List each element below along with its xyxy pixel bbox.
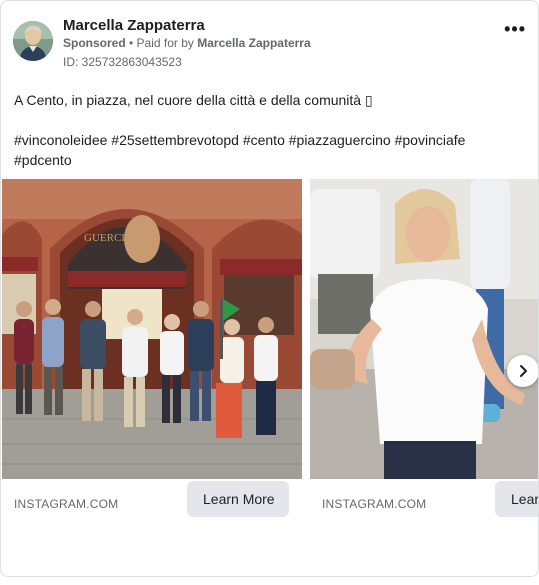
carousel-card[interactable]: GUERCINO INSTAGRAM.COM Learn More	[2, 179, 302, 539]
carousel-image[interactable]	[310, 179, 538, 479]
ad-library-id: ID: 325732863043523	[63, 55, 182, 69]
learn-more-button[interactable]: Learn More	[187, 481, 289, 517]
post-header: Marcella Zappaterra Sponsored • Paid for…	[13, 15, 526, 69]
avatar[interactable]	[13, 21, 53, 61]
carousel-card-footer: INSTAGRAM.COM Learn More	[2, 479, 302, 539]
sponsored-line: Sponsored • Paid for by Marcella Zappate…	[63, 36, 311, 50]
carousel-card[interactable]: INSTAGRAM.COM Learn More	[310, 179, 538, 539]
paid-for-prefix: • Paid for by	[125, 36, 198, 50]
post-text: A Cento, in piazza, nel cuore della citt…	[14, 90, 524, 170]
chevron-right-icon[interactable]	[507, 355, 538, 387]
carousel[interactable]: GUERCINO INSTAGRAM.COM Learn More INSTAG…	[1, 179, 538, 539]
author-name[interactable]: Marcella Zappaterra	[63, 17, 205, 34]
sponsored-label: Sponsored	[63, 36, 126, 50]
paid-for-name: Marcella Zappaterra	[197, 36, 311, 50]
ad-card: Marcella Zappaterra Sponsored • Paid for…	[0, 0, 539, 577]
more-horizontal-icon[interactable]: •••	[504, 19, 526, 40]
carousel-card-footer: INSTAGRAM.COM Learn More	[310, 479, 538, 539]
post-hashtags[interactable]: #vinconoleidee #25settembrevotopd #cento…	[14, 130, 524, 170]
link-domain: INSTAGRAM.COM	[322, 497, 427, 511]
banner-sign-text: GUERCINO	[84, 232, 141, 244]
carousel-image[interactable]: GUERCINO	[2, 179, 302, 479]
learn-more-button[interactable]: Learn More	[495, 481, 538, 517]
link-domain: INSTAGRAM.COM	[14, 497, 119, 511]
post-message: A Cento, in piazza, nel cuore della citt…	[14, 92, 373, 108]
